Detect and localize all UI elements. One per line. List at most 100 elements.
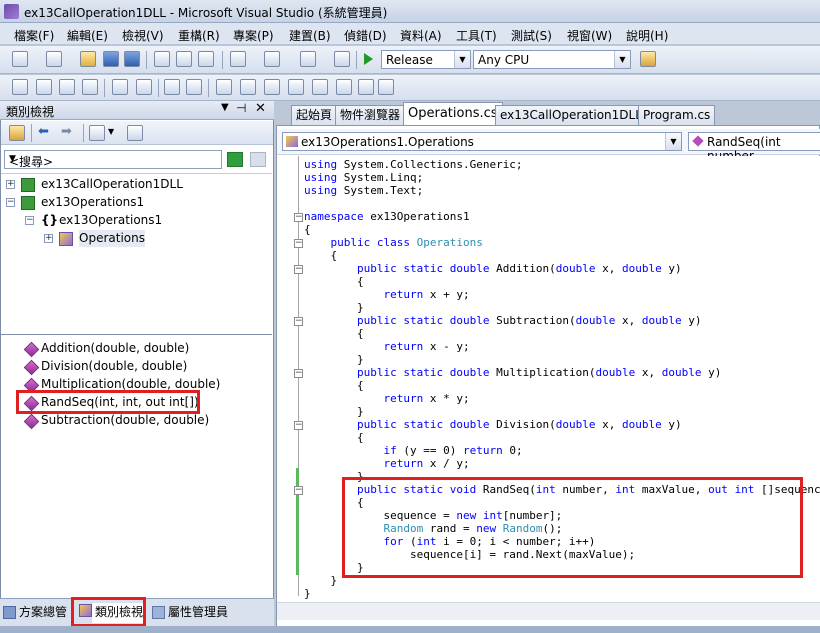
menu-edit[interactable]: 編輯(E) — [67, 27, 108, 44]
method-icon — [23, 413, 40, 430]
object-browser-icon[interactable] — [36, 79, 52, 95]
class-view-search-input[interactable]: <搜尋> ▼ — [4, 150, 222, 169]
collapse-region-icon[interactable]: − — [294, 265, 303, 274]
solution-platform-combo[interactable]: Any CPU ▼ — [473, 50, 631, 69]
code-line-23: if (y == 0) return 0; — [383, 444, 523, 457]
tab-program-cs[interactable]: Program.cs — [638, 105, 716, 125]
menu-refactor[interactable]: 重構(R) — [178, 27, 220, 44]
previous-bookmark-in-folder-icon[interactable] — [288, 79, 304, 95]
type-combo[interactable]: ex13Operations1.Operations ▼ — [282, 132, 682, 151]
next-bookmark-in-folder-icon[interactable] — [312, 79, 328, 95]
tab-operations-cs[interactable]: Operations.cs — [403, 102, 503, 126]
highlight-box-randseq-code — [342, 477, 803, 578]
new-folder-icon[interactable] — [9, 125, 25, 141]
collapse-icon[interactable]: − — [6, 198, 15, 207]
menu-project[interactable]: 專案(P) — [233, 27, 274, 44]
undo-icon[interactable] — [230, 51, 246, 67]
code-line-11: return x + y; — [383, 288, 470, 301]
menu-build[interactable]: 建置(B) — [289, 27, 331, 44]
tab-object-browser[interactable]: 物件瀏覽器 — [335, 105, 405, 125]
chevron-down-icon[interactable]: ▼ — [9, 154, 218, 164]
class-view-header: 類別檢視 ▼ ⊣ ✕ — [0, 101, 274, 120]
code-line-9: public static double Addition(double x, … — [356, 262, 682, 275]
collapse-region-icon[interactable]: − — [294, 213, 303, 222]
tree-node-project-operations[interactable]: ex13Operations1 — [41, 194, 144, 211]
configuration-value: Release — [386, 53, 433, 67]
member-division[interactable]: Division(double, double) — [41, 358, 187, 375]
window-position-icon[interactable]: ▼ — [221, 102, 229, 113]
expand-icon[interactable]: + — [44, 234, 53, 243]
previous-bookmark-icon[interactable] — [240, 79, 256, 95]
add-item-icon[interactable] — [46, 51, 62, 67]
comment-out-icon[interactable] — [164, 79, 180, 95]
close-icon[interactable]: ✕ — [255, 101, 266, 116]
collapse-region-icon[interactable]: − — [294, 317, 303, 326]
save-icon[interactable] — [103, 51, 119, 67]
menu-help[interactable]: 說明(H) — [626, 27, 668, 44]
next-bookmark-in-document-icon[interactable] — [358, 79, 374, 95]
new-project-icon[interactable] — [12, 51, 28, 67]
menu-tools[interactable]: 工具(T) — [456, 27, 497, 44]
pointer-icon[interactable] — [59, 79, 75, 95]
member-combo[interactable]: RandSeq(int number — [688, 132, 820, 163]
navigate-backward-icon[interactable] — [300, 51, 316, 67]
member-addition[interactable]: Addition(double, double) — [41, 340, 189, 357]
menu-data[interactable]: 資料(A) — [400, 27, 442, 44]
find-in-files-icon[interactable] — [640, 51, 656, 67]
menu-window[interactable]: 視窗(W) — [567, 27, 612, 44]
navigate-forward-icon[interactable] — [334, 51, 350, 67]
chevron-down-icon[interactable]: ▼ — [108, 127, 114, 136]
tree-node-namespace[interactable]: ex13Operations1 — [59, 212, 162, 229]
expand-icon[interactable]: + — [6, 180, 15, 189]
collapse-region-icon[interactable]: − — [294, 369, 303, 378]
tab-ex13calloperation1dll[interactable]: ex13CallOperation1DLL — [495, 105, 647, 125]
collapse-icon[interactable]: − — [25, 216, 34, 225]
bookmark-icon[interactable] — [216, 79, 232, 95]
next-bookmark-icon[interactable] — [264, 79, 280, 95]
clear-search-icon[interactable] — [250, 152, 266, 167]
code-line-12: } — [304, 301, 364, 314]
menu-file[interactable]: 檔案(F) — [14, 27, 54, 44]
back-arrow-icon[interactable]: ⬅ — [38, 124, 49, 139]
uncomment-icon[interactable] — [186, 79, 202, 95]
view-settings-icon[interactable] — [89, 125, 105, 141]
decrease-indent-icon[interactable] — [112, 79, 128, 95]
class-view-icon[interactable] — [12, 79, 28, 95]
paste-icon[interactable] — [198, 51, 214, 67]
save-all-icon[interactable] — [124, 51, 140, 67]
tree-node-project-call[interactable]: ex13CallOperation1DLL — [41, 176, 183, 193]
cut-icon[interactable] — [154, 51, 170, 67]
forward-arrow-icon[interactable]: ➡ — [61, 124, 72, 139]
menu-view[interactable]: 檢視(V) — [122, 27, 164, 44]
chevron-down-icon[interactable]: ▼ — [665, 133, 681, 150]
open-folder-icon[interactable] — [80, 51, 96, 67]
pin-icon[interactable]: ⊣ — [236, 101, 246, 115]
tab-solution-explorer[interactable]: 方案總管 — [16, 603, 70, 623]
solution-configuration-combo[interactable]: Release ▼ — [381, 50, 471, 69]
previous-bookmark-in-document-icon[interactable] — [336, 79, 352, 95]
start-debugging-icon[interactable] — [364, 53, 373, 65]
clear-bookmarks-icon[interactable] — [378, 79, 394, 95]
menu-test[interactable]: 測試(S) — [511, 27, 552, 44]
increase-indent-icon[interactable] — [136, 79, 152, 95]
class-view-search-icon[interactable] — [127, 125, 143, 141]
redo-icon[interactable] — [264, 51, 280, 67]
toolbar-separator — [146, 51, 147, 69]
chevron-down-icon[interactable]: ▼ — [454, 51, 470, 68]
chevron-down-icon[interactable]: ▼ — [614, 51, 630, 68]
font-icon[interactable] — [82, 79, 98, 95]
menu-debug[interactable]: 偵錯(D) — [344, 27, 387, 44]
copy-icon[interactable] — [176, 51, 192, 67]
collapse-region-icon[interactable]: − — [294, 486, 303, 495]
tree-node-class-operations[interactable]: Operations — [79, 230, 145, 247]
search-go-icon[interactable] — [227, 152, 243, 167]
collapse-region-icon[interactable]: − — [294, 239, 303, 248]
title-bar: ex13CallOperation1DLL - Microsoft Visual… — [0, 0, 820, 23]
code-line-10: { — [304, 275, 364, 288]
collapse-region-icon[interactable]: − — [294, 421, 303, 430]
horizontal-scrollbar[interactable] — [277, 602, 820, 620]
navigation-bar: ex13Operations1.Operations ▼ RandSeq(int… — [277, 129, 820, 163]
tab-start-page[interactable]: 起始頁 — [291, 105, 338, 125]
tab-property-manager[interactable]: 屬性管理員 — [165, 603, 231, 623]
member-subtraction[interactable]: Subtraction(double, double) — [41, 412, 209, 429]
